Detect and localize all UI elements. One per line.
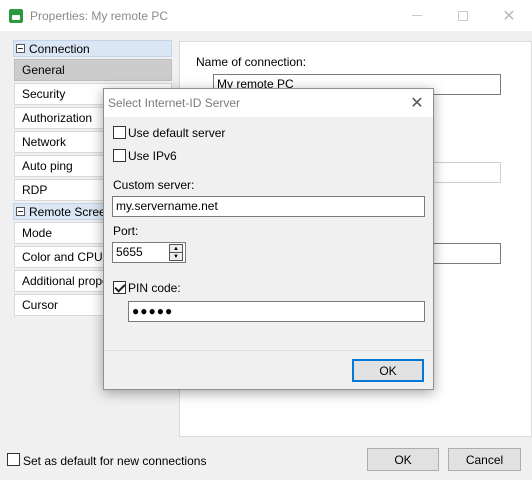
- use-default-server-label: Use default server: [128, 126, 226, 140]
- minimize-button[interactable]: [394, 0, 440, 31]
- stepper-down-icon[interactable]: ▼: [169, 253, 183, 261]
- custom-server-input[interactable]: my.servername.net: [112, 196, 425, 217]
- port-label: Port:: [113, 224, 139, 238]
- dialog-close-button[interactable]: ✕: [405, 92, 429, 114]
- internet-id-server-dialog: Select Internet-ID Server ✕ Use default …: [103, 88, 434, 390]
- collapse-icon[interactable]: [16, 207, 25, 216]
- close-icon: ✕: [502, 7, 516, 25]
- set-default-label: Set as default for new connections: [23, 454, 207, 468]
- maximize-button[interactable]: [440, 0, 486, 31]
- connection-name-label: Name of connection:: [196, 55, 307, 69]
- maximize-icon: [458, 10, 468, 21]
- port-stepper[interactable]: ▲ ▼: [169, 244, 183, 261]
- hidden-field[interactable]: [425, 162, 501, 183]
- set-default-checkbox[interactable]: [7, 453, 20, 466]
- ok-button[interactable]: OK: [367, 448, 439, 471]
- group-label: Remote Screen: [29, 204, 113, 219]
- close-button[interactable]: ✕: [486, 0, 532, 31]
- sidebar-item-general[interactable]: General: [14, 59, 172, 81]
- group-connection[interactable]: Connection: [13, 40, 172, 57]
- hidden-field[interactable]: [425, 243, 501, 264]
- dialog-title: Select Internet-ID Server: [108, 96, 241, 110]
- use-ipv6-checkbox[interactable]: [113, 149, 126, 162]
- pin-code-input[interactable]: ●●●●●: [128, 301, 425, 322]
- custom-server-label: Custom server:: [113, 178, 195, 192]
- group-label: Connection: [29, 41, 90, 56]
- dialog-divider: [104, 350, 433, 351]
- use-default-server-checkbox[interactable]: [113, 126, 126, 139]
- dialog-titlebar: Select Internet-ID Server ✕: [104, 89, 433, 117]
- use-ipv6-label: Use IPv6: [128, 149, 177, 163]
- dialog-ok-button[interactable]: OK: [352, 359, 424, 382]
- pin-code-checkbox[interactable]: [113, 281, 126, 294]
- minimize-icon: [412, 15, 422, 16]
- close-icon: ✕: [410, 95, 424, 112]
- cancel-button[interactable]: Cancel: [448, 448, 521, 471]
- stepper-up-icon[interactable]: ▲: [169, 244, 183, 253]
- window-titlebar: Properties: My remote PC ✕: [0, 0, 532, 31]
- collapse-icon[interactable]: [16, 44, 25, 53]
- window-title: Properties: My remote PC: [30, 9, 169, 23]
- app-icon: [9, 9, 23, 23]
- pin-code-label: PIN code:: [128, 281, 181, 295]
